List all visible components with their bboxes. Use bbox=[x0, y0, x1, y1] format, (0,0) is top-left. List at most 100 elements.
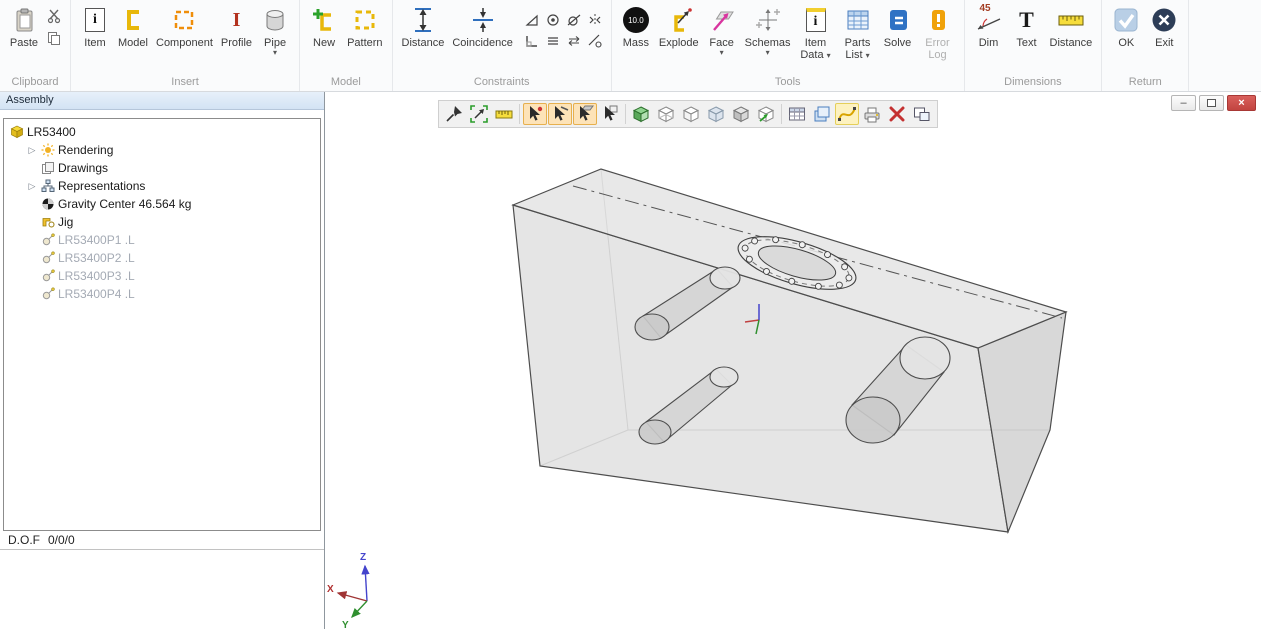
ribbon-group-label-clipboard: Clipboard bbox=[5, 75, 65, 91]
print-icon[interactable] bbox=[860, 103, 884, 125]
face-dropdown-caret[interactable]: ▾ bbox=[720, 49, 724, 57]
model-button[interactable]: Model bbox=[114, 3, 152, 73]
expander-icon[interactable]: ▷ bbox=[26, 145, 38, 156]
parts-list-icon bbox=[843, 5, 873, 35]
profile-button[interactable]: I Profile bbox=[217, 3, 256, 73]
hidden-line-view-icon[interactable] bbox=[679, 103, 703, 125]
model-view[interactable]: Z X Y bbox=[326, 92, 1261, 629]
error-log-icon bbox=[923, 5, 953, 35]
spline-icon[interactable] bbox=[835, 103, 859, 125]
error-log-button[interactable]: Error Log bbox=[917, 3, 959, 73]
tree-item-gravity-center[interactable]: Gravity Center 46.564 kg bbox=[4, 195, 320, 213]
solve-button[interactable]: Solve bbox=[879, 3, 917, 73]
shaded-view-icon[interactable] bbox=[629, 103, 653, 125]
selection-filter-icon[interactable] bbox=[598, 103, 622, 125]
delete-icon[interactable] bbox=[885, 103, 909, 125]
tree-item-drawings[interactable]: Drawings bbox=[4, 159, 320, 177]
component-button[interactable]: Component bbox=[152, 3, 217, 73]
cut-icon[interactable] bbox=[45, 7, 63, 25]
paste-button[interactable]: Paste bbox=[5, 3, 43, 73]
zoom-to-selection-icon[interactable] bbox=[467, 103, 491, 125]
pin-icon[interactable] bbox=[442, 103, 466, 125]
restore-button[interactable] bbox=[1199, 95, 1224, 111]
equal-constraint-icon[interactable] bbox=[565, 32, 583, 50]
minimize-button[interactable]: – bbox=[1171, 95, 1196, 111]
solve-icon bbox=[883, 5, 913, 35]
item-data-dropdown-caret[interactable]: ▾ bbox=[827, 51, 831, 60]
assembly-tree: LR53400 ▷ Rendering Drawings ▷ Represent… bbox=[3, 118, 321, 531]
view-orientation-icon[interactable] bbox=[754, 103, 778, 125]
parts-list-button[interactable]: Parts List ▾ bbox=[837, 3, 879, 73]
new-label: New bbox=[313, 37, 335, 49]
solve-label: Solve bbox=[884, 37, 912, 49]
close-button[interactable]: × bbox=[1227, 95, 1256, 111]
angle-constraint-icon[interactable] bbox=[523, 11, 541, 29]
select-point-icon[interactable] bbox=[523, 103, 547, 125]
tree-item-root[interactable]: LR53400 bbox=[4, 123, 320, 141]
pipe-dropdown-caret[interactable]: ▾ bbox=[273, 49, 277, 57]
mass-button[interactable]: 10.0 Mass bbox=[617, 3, 655, 73]
tree-item-part-4[interactable]: LR53400P4 .L bbox=[4, 285, 320, 303]
ribbon-group-label-constraints: Constraints bbox=[398, 75, 606, 91]
new-button[interactable]: New bbox=[305, 3, 343, 73]
item-data-button[interactable]: i Item Data ▾ bbox=[795, 3, 837, 73]
error-log-label: Error Log bbox=[921, 37, 955, 61]
ribbon-group-label-insert: Insert bbox=[76, 75, 294, 91]
copy-icon[interactable] bbox=[45, 29, 63, 47]
exit-icon bbox=[1149, 5, 1179, 35]
coincidence-button[interactable]: Coincidence bbox=[448, 3, 517, 73]
pipe-button[interactable]: Pipe ▾ bbox=[256, 3, 294, 73]
schemas-button[interactable]: Schemas ▾ bbox=[741, 3, 795, 73]
tree-item-representations[interactable]: ▷ Representations bbox=[4, 177, 320, 195]
tree-item-part-1[interactable]: LR53400P1 .L bbox=[4, 231, 320, 249]
measure-icon[interactable] bbox=[492, 103, 516, 125]
explode-button[interactable]: Explode bbox=[655, 3, 703, 73]
tree-item-part-2[interactable]: LR53400P2 .L bbox=[4, 249, 320, 267]
tree-item-rendering[interactable]: ▷ Rendering bbox=[4, 141, 320, 159]
ok-button[interactable]: OK bbox=[1107, 3, 1145, 73]
exit-button[interactable]: Exit bbox=[1145, 3, 1183, 73]
tree-item-jig[interactable]: Jig bbox=[4, 213, 320, 231]
tangent-constraint-icon[interactable] bbox=[565, 11, 583, 29]
schemas-dropdown-caret[interactable]: ▾ bbox=[766, 49, 770, 57]
item-data-icon: i bbox=[801, 5, 831, 35]
dof-label: D.O.F bbox=[8, 533, 40, 547]
flat-view-icon[interactable] bbox=[729, 103, 753, 125]
tree-item-part-3[interactable]: LR53400P3 .L bbox=[4, 267, 320, 285]
text-icon: T bbox=[1012, 5, 1042, 35]
close-icon: × bbox=[1238, 98, 1244, 109]
transparent-view-icon[interactable] bbox=[704, 103, 728, 125]
distance-dim-label: Distance bbox=[1050, 37, 1093, 49]
layers-icon[interactable] bbox=[810, 103, 834, 125]
grid-icon[interactable] bbox=[785, 103, 809, 125]
assembly-cube-icon bbox=[10, 125, 24, 139]
distance-constraint-button[interactable]: Distance bbox=[398, 3, 449, 73]
ribbon-group-insert: i Item Model Component I Profile bbox=[71, 0, 300, 91]
symmetry-constraint-icon[interactable] bbox=[586, 11, 604, 29]
wireframe-view-icon[interactable] bbox=[654, 103, 678, 125]
perpendicular-constraint-icon[interactable] bbox=[523, 32, 541, 50]
paste-label: Paste bbox=[10, 37, 38, 49]
graphics-viewport[interactable]: Z X Y – × bbox=[326, 92, 1261, 629]
select-edge-icon[interactable] bbox=[548, 103, 572, 125]
item-icon: i bbox=[80, 5, 110, 35]
distance-dim-button[interactable]: Distance bbox=[1046, 3, 1097, 73]
tangent-line-constraint-icon[interactable] bbox=[586, 32, 604, 50]
ribbon-group-dimensions: 45 Dim T Text Distance Dimensions bbox=[965, 0, 1103, 91]
concentric-constraint-icon[interactable] bbox=[544, 11, 562, 29]
new-window-icon[interactable] bbox=[910, 103, 934, 125]
profile-icon: I bbox=[221, 5, 251, 35]
pattern-icon bbox=[350, 5, 380, 35]
item-button[interactable]: i Item bbox=[76, 3, 114, 73]
part-icon bbox=[41, 287, 55, 301]
parts-list-dropdown-caret[interactable]: ▾ bbox=[866, 51, 870, 60]
expander-icon[interactable]: ▷ bbox=[26, 181, 38, 192]
explode-label: Explode bbox=[659, 37, 699, 49]
dim-button[interactable]: 45 Dim bbox=[970, 3, 1008, 73]
parallel-constraint-icon[interactable] bbox=[544, 32, 562, 50]
pattern-button[interactable]: Pattern bbox=[343, 3, 386, 73]
select-face-icon[interactable] bbox=[573, 103, 597, 125]
pipe-icon bbox=[260, 5, 290, 35]
face-button[interactable]: Face ▾ bbox=[703, 3, 741, 73]
text-button[interactable]: T Text bbox=[1008, 3, 1046, 73]
